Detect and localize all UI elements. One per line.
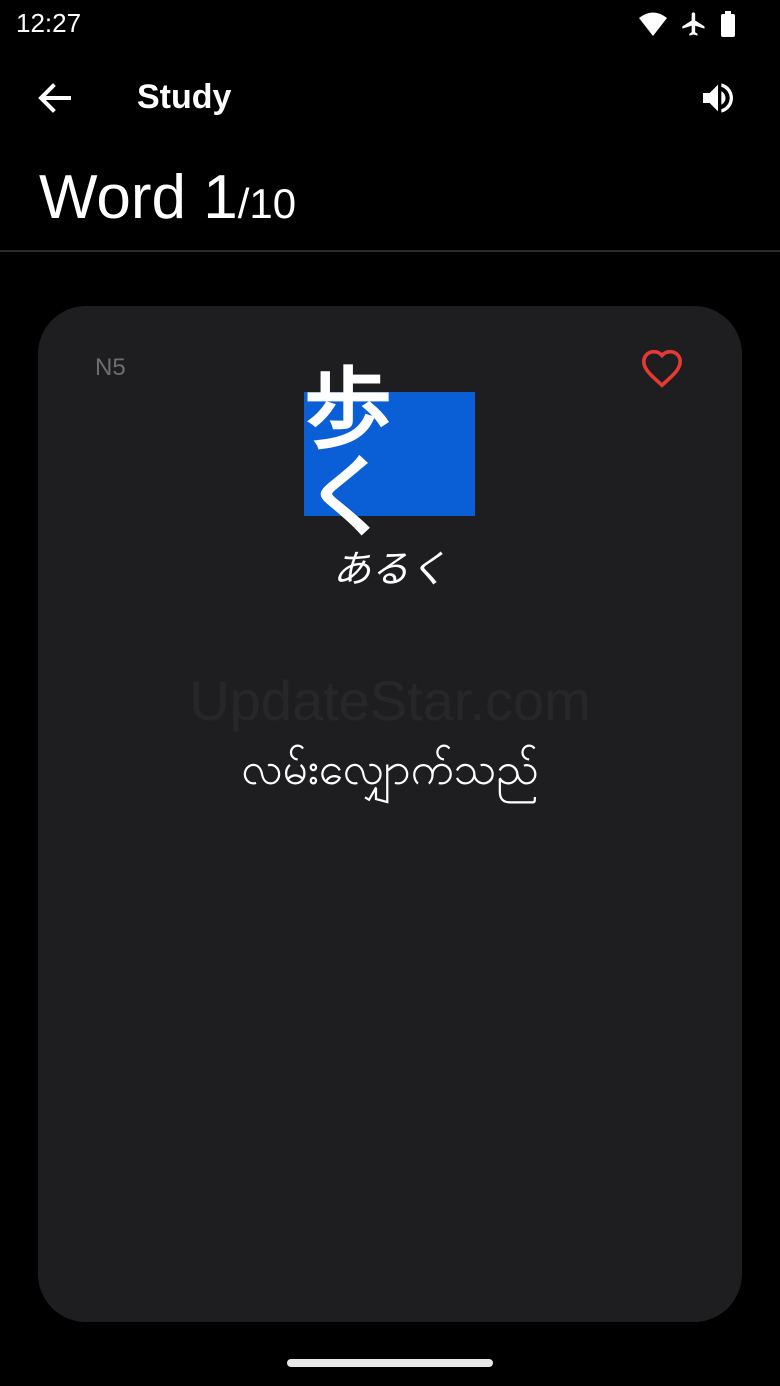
app-bar: Study	[0, 56, 780, 144]
page-title: Study	[137, 78, 232, 116]
favorite-button[interactable]	[638, 346, 686, 394]
kanji-word: 歩く	[304, 358, 393, 549]
flashcard[interactable]: N5 歩く あるく UpdateStar.com လမ်းလျှောက်သည်	[38, 306, 742, 1322]
heart-outline-icon	[640, 348, 684, 392]
word-counter-total: /10	[237, 180, 297, 227]
word-meaning: လမ်းလျှောက်သည်	[241, 744, 539, 795]
kanji-highlight: 歩く	[304, 366, 475, 542]
play-audio-button[interactable]	[692, 74, 744, 126]
header-divider	[0, 250, 780, 252]
kana-reading: あるく	[332, 547, 447, 591]
arrow-left-icon	[37, 83, 71, 117]
level-badge: N5	[95, 354, 126, 381]
back-button[interactable]	[28, 74, 80, 126]
airplane-icon	[680, 10, 708, 38]
word-counter: Word 1/10	[39, 162, 296, 233]
wifi-icon	[638, 11, 668, 37]
battery-icon	[720, 11, 736, 37]
word-counter-current: Word 1	[39, 163, 238, 232]
status-icons	[638, 8, 736, 40]
watermark: UpdateStar.com	[38, 668, 742, 733]
status-bar: 12:27	[0, 0, 780, 48]
status-time: 12:27	[16, 8, 82, 38]
speaker-icon	[698, 78, 738, 122]
home-indicator[interactable]	[287, 1359, 493, 1367]
